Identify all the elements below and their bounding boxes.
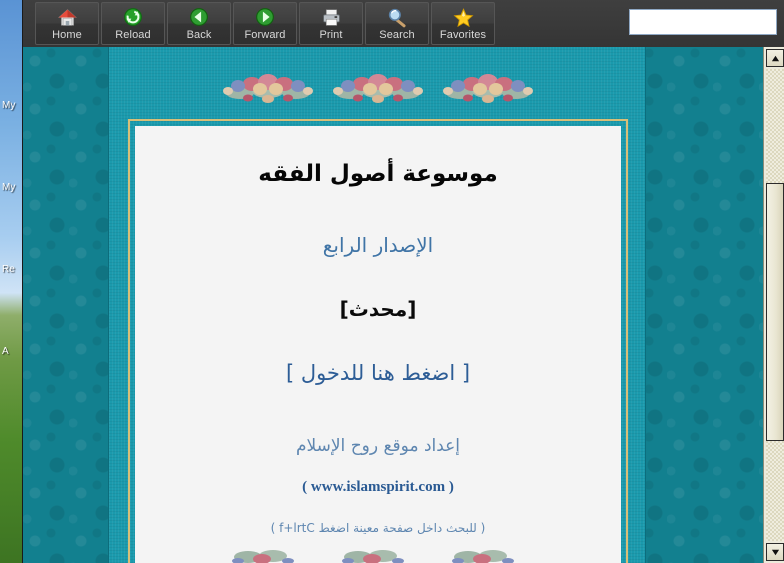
document-sheet: موسوعة أصول الفقه الإصدار الرابع [محدث] … <box>135 126 621 563</box>
home-icon <box>56 6 78 28</box>
desktop-icon-label: My <box>2 100 16 111</box>
site-url-link[interactable]: ( www.islamspirit.com ) <box>135 479 621 496</box>
page-body: موسوعة أصول الفقه الإصدار الرابع [محدث] … <box>23 47 763 563</box>
document-column: موسوعة أصول الفقه الإصدار الرابع [محدث] … <box>108 47 646 563</box>
back-button[interactable]: Back <box>167 2 231 45</box>
vertical-scrollbar[interactable] <box>763 47 784 563</box>
reload-button[interactable]: Reload <box>101 2 165 45</box>
gold-frame-border: موسوعة أصول الفقه الإصدار الرابع [محدث] … <box>128 119 628 563</box>
prepared-by-text: إعداد موقع روح الإسلام <box>295 436 461 457</box>
page-viewport: موسوعة أصول الفقه الإصدار الرابع [محدث] … <box>23 47 784 563</box>
desktop-icon-label: A <box>2 346 9 357</box>
search-button[interactable]: Search <box>365 2 429 45</box>
search-button-label: Search <box>379 29 415 41</box>
favorites-button-label: Favorites <box>439 29 487 41</box>
scrollbar-thumb[interactable] <box>766 183 784 441</box>
triangle-down-icon <box>771 549 779 555</box>
star-icon <box>452 6 474 28</box>
floral-cluster-icon <box>438 541 538 563</box>
back-arrow-icon <box>188 6 210 28</box>
toolbar: Home Reload Back Forward Print Search Fa… <box>23 0 784 47</box>
search-input[interactable] <box>630 11 784 33</box>
magnifier-icon <box>386 6 408 28</box>
printer-icon <box>320 6 342 28</box>
triangle-up-icon <box>771 55 779 61</box>
edition-subtitle: الإصدار الرابع <box>322 232 434 257</box>
floral-cluster-icon <box>218 541 318 563</box>
search-box[interactable] <box>629 9 784 35</box>
page-title: موسوعة أصول الفقه <box>258 161 498 187</box>
application-window: Home Reload Back Forward Print Search Fa… <box>22 0 784 563</box>
floral-cluster-icon <box>328 541 428 563</box>
floral-cluster-icon <box>218 67 318 109</box>
reload-button-label: Reload <box>115 29 151 41</box>
reload-icon <box>122 6 144 28</box>
scroll-up-button[interactable] <box>766 49 784 67</box>
desktop-icon-label: My <box>2 182 16 193</box>
home-button-label: Home <box>52 29 82 41</box>
home-button[interactable]: Home <box>35 2 99 45</box>
forward-button[interactable]: Forward <box>233 2 297 45</box>
floral-garland-top-ornament <box>109 61 647 109</box>
print-button-label: Print <box>319 29 343 41</box>
back-button-label: Back <box>186 29 212 41</box>
updated-badge: [محدث] <box>339 296 417 321</box>
enter-link[interactable]: [ اضغط هنا للدخول ] <box>135 360 621 387</box>
print-button[interactable]: Print <box>299 2 363 45</box>
floral-garland-bottom-ornament <box>109 537 647 563</box>
floral-cluster-icon <box>438 67 538 109</box>
floral-cluster-icon <box>328 67 428 109</box>
forward-arrow-icon <box>254 6 276 28</box>
scroll-down-button[interactable] <box>766 543 784 561</box>
forward-button-label: Forward <box>244 29 286 41</box>
desktop-icon-label: Re <box>2 264 15 275</box>
search-hint-text: ( للبحث داخل صفحة معينة اضغط Ctrl+f ) <box>270 521 486 536</box>
favorites-button[interactable]: Favorites <box>431 2 495 45</box>
